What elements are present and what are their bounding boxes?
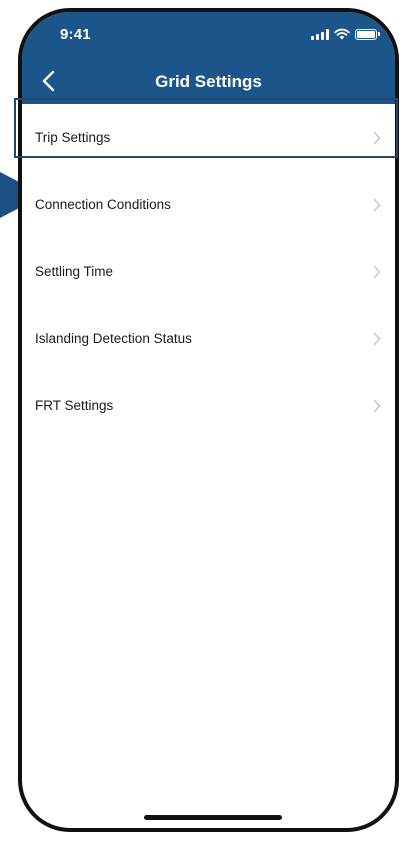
- page-title: Grid Settings: [155, 72, 262, 91]
- chevron-right-icon: [373, 131, 381, 144]
- list-item-label: Connection Conditions: [35, 197, 171, 212]
- chevron-right-icon: [373, 399, 381, 412]
- chevron-right-icon: [373, 198, 381, 211]
- list-item-label: Trip Settings: [35, 130, 111, 145]
- list-item-label: Islanding Detection Status: [35, 331, 192, 346]
- battery-icon: [355, 28, 380, 40]
- wifi-icon: [334, 28, 350, 40]
- chevron-right-icon: [373, 265, 381, 278]
- list-item-trip-settings[interactable]: Trip Settings: [22, 104, 395, 171]
- list-item-frt-settings[interactable]: FRT Settings: [22, 372, 395, 439]
- chevron-right-icon: [373, 332, 381, 345]
- settings-list: Trip Settings Connection Conditions Sett…: [22, 104, 395, 439]
- app-header: 9:41 Grid Settings: [22, 12, 395, 104]
- nav-bar: Grid Settings: [22, 58, 395, 104]
- list-item-settling-time[interactable]: Settling Time: [22, 238, 395, 305]
- status-time: 9:41: [60, 26, 91, 43]
- list-item-label: Settling Time: [35, 264, 114, 279]
- phone-frame: 9:41 Grid Settings Trip Settings Connect…: [18, 8, 399, 832]
- screen: 9:41 Grid Settings Trip Settings Connect…: [0, 0, 412, 843]
- cellular-signal-icon: [311, 28, 329, 40]
- list-item-label: FRT Settings: [35, 398, 114, 413]
- status-icons: [311, 28, 380, 40]
- home-indicator: [144, 815, 282, 820]
- list-item-islanding-detection-status[interactable]: Islanding Detection Status: [22, 305, 395, 372]
- status-bar: 9:41: [22, 12, 395, 58]
- list-item-connection-conditions[interactable]: Connection Conditions: [22, 171, 395, 238]
